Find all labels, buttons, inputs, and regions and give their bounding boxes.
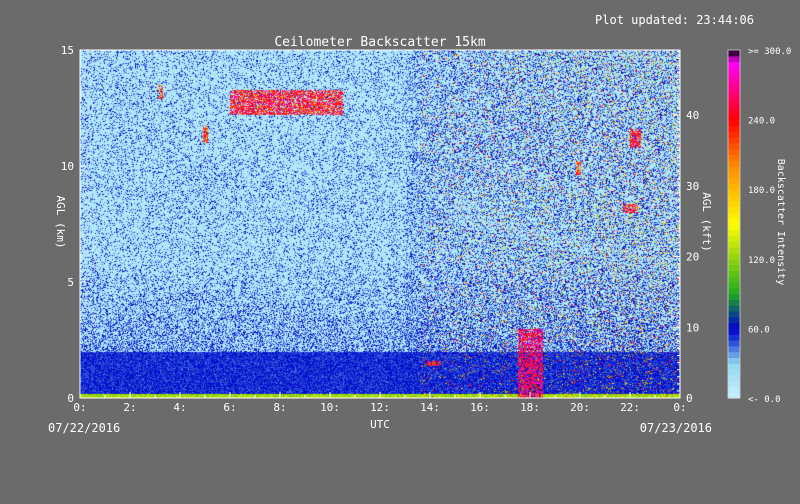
chart-svg: Plot updated: 23:44:06 Ceilometer Backsc… <box>48 13 791 435</box>
colorbar-swatch <box>728 67 740 74</box>
colorbar-swatch <box>728 282 740 289</box>
colorbar-swatch <box>728 73 740 80</box>
y-tick-label-km: 10 <box>61 160 74 173</box>
x-tick-label: 0: <box>73 401 86 414</box>
y-tick-label-km: 0 <box>67 392 74 405</box>
colorbar-swatch <box>728 102 740 109</box>
colorbar-swatch <box>728 270 740 277</box>
colorbar-swatch <box>728 206 740 213</box>
x-tick-label: 0: <box>673 401 686 414</box>
colorbar-swatch <box>728 108 740 115</box>
x-tick-label: 22: <box>620 401 640 414</box>
colorbar-swatch <box>728 160 740 167</box>
colorbar-swatch <box>728 154 740 161</box>
colorbar-swatch <box>728 171 740 179</box>
x-tick-label: 18: <box>520 401 540 414</box>
colorbar-swatch <box>728 305 740 312</box>
colorbar-label: Backscatter Intensity <box>775 159 786 285</box>
colorbar-swatch <box>728 369 740 376</box>
colorbar-swatch <box>728 374 740 382</box>
backscatter-heatmap <box>80 50 680 398</box>
colorbar-swatch <box>728 253 740 260</box>
colorbar-swatch <box>728 113 740 121</box>
colorbar-swatch <box>728 189 740 196</box>
colorbar-swatch <box>728 311 740 318</box>
colorbar-swatch <box>728 212 740 219</box>
colorbar-swatch <box>728 345 740 353</box>
colorbar-swatch <box>728 276 740 283</box>
colorbar-swatch <box>728 183 740 190</box>
x-tick-label: 2: <box>123 401 136 414</box>
colorbar-swatch <box>728 264 740 271</box>
colorbar-swatch <box>728 218 740 225</box>
colorbar-swatch <box>728 386 740 393</box>
start-date-label: 07/22/2016 <box>48 421 120 435</box>
y-axis-label-km: AGL (km) <box>54 196 67 249</box>
y-tick-label-kft: 40 <box>686 109 699 122</box>
chart-title: Ceilometer Backscatter 15km <box>274 35 485 50</box>
colorbar-tick-label: 180.0 <box>748 186 775 196</box>
colorbar-swatch <box>728 195 740 202</box>
y-tick-label-kft: 0 <box>686 392 693 405</box>
end-date-label: 07/23/2016 <box>640 421 712 435</box>
colorbar-tick-label: <- 0.0 <box>748 395 781 405</box>
colorbar-swatch <box>728 340 740 347</box>
heatmap-image <box>80 50 680 398</box>
y-tick-label-km: 5 <box>67 276 74 289</box>
colorbar-swatch <box>728 229 740 237</box>
colorbar-tick-label: >= 300.0 <box>748 47 791 57</box>
colorbar-swatch <box>728 235 740 242</box>
colorbar-swatch <box>728 50 740 57</box>
colorbar-swatch <box>728 137 740 144</box>
colorbar-swatch <box>728 363 740 370</box>
x-tick-label: 16: <box>470 401 490 414</box>
y-axis-label-kft: AGL (kft) <box>700 192 713 252</box>
colorbar-swatch <box>728 357 740 364</box>
colorbar-swatch <box>728 224 740 231</box>
colorbar-swatch <box>728 247 740 254</box>
colorbar-swatch <box>728 96 740 103</box>
colorbar-tick-label: 240.0 <box>748 117 775 127</box>
colorbar-swatch <box>728 55 740 63</box>
y-tick-label-kft: 20 <box>686 251 699 264</box>
colorbar-swatch <box>728 322 740 329</box>
colorbar-swatch <box>728 90 740 97</box>
x-tick-label: 6: <box>223 401 236 414</box>
colorbar-swatch <box>728 61 740 68</box>
x-tick-label: 20: <box>570 401 590 414</box>
y-tick-label-kft: 30 <box>686 180 699 193</box>
plot-updated-label: Plot updated: 23:44:06 <box>595 13 754 27</box>
y-tick-label-km: 15 <box>61 44 74 57</box>
colorbar-tick-label: 60.0 <box>748 325 770 335</box>
colorbar-swatch <box>728 293 740 300</box>
ceilometer-plot: Plot updated: 23:44:06 Ceilometer Backsc… <box>0 0 800 500</box>
colorbar-swatch <box>728 125 740 132</box>
colorbar-swatch <box>728 380 740 387</box>
colorbar-swatch <box>728 166 740 173</box>
colorbar-swatch <box>728 258 740 266</box>
colorbar-swatch <box>728 119 740 126</box>
colorbar-swatch <box>728 148 740 155</box>
colorbar-tick-label: 120.0 <box>748 256 775 266</box>
colorbar-swatch <box>728 200 740 208</box>
colorbar-swatch <box>728 79 740 86</box>
colorbar-swatch <box>728 299 740 306</box>
x-tick-label: 12: <box>370 401 390 414</box>
colorbar-swatch <box>728 84 740 92</box>
x-tick-label: 4: <box>173 401 186 414</box>
colorbar-swatch <box>728 177 740 184</box>
x-tick-label: 14: <box>420 401 440 414</box>
colorbar-swatch <box>728 241 740 248</box>
x-tick-label: 8: <box>273 401 286 414</box>
colorbar-swatch <box>728 142 740 150</box>
colorbar-swatch <box>728 131 740 138</box>
colorbar-swatch <box>728 316 740 324</box>
y-tick-label-kft: 10 <box>686 321 699 334</box>
colorbar-swatch <box>728 334 740 341</box>
x-axis-label: UTC <box>370 418 390 431</box>
colorbar-swatch <box>728 287 740 295</box>
x-tick-label: 10: <box>320 401 340 414</box>
colorbar-swatch <box>728 328 740 335</box>
colorbar-swatch <box>728 351 740 358</box>
